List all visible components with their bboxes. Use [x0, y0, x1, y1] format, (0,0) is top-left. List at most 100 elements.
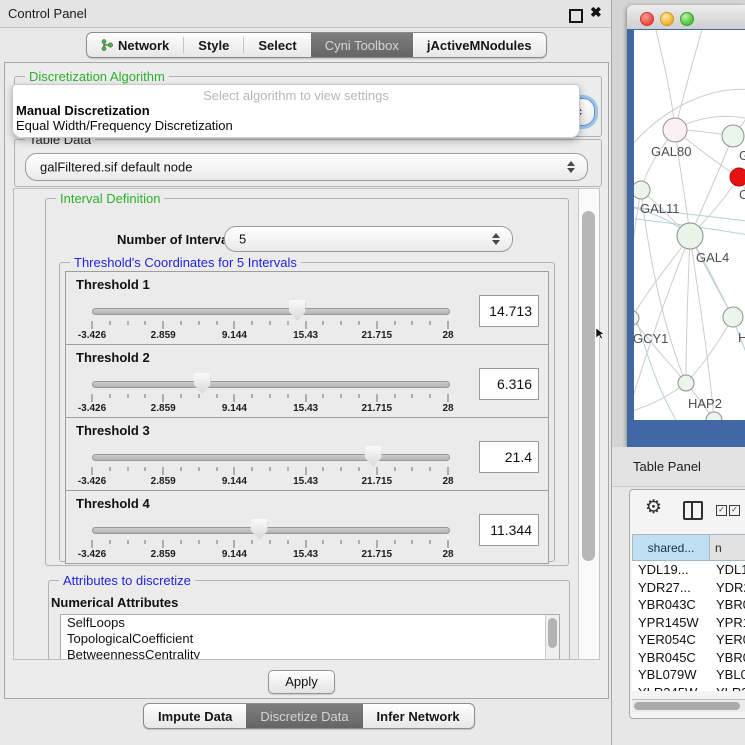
num-intervals-combobox[interactable]: 5: [224, 226, 513, 252]
table-cell[interactable]: YDR2: [712, 580, 745, 595]
table-row[interactable]: YPR145WYPR1: [632, 614, 745, 632]
node-label: H: [738, 330, 745, 345]
threshold-value-field[interactable]: 6.316: [479, 368, 539, 400]
node-label: GAL11: [640, 201, 680, 216]
attribute-item[interactable]: TopologicalCoefficient: [61, 631, 559, 647]
scrollbar-thumb[interactable]: [582, 211, 595, 561]
network-node[interactable]: [634, 311, 639, 325]
slider-track[interactable]: [92, 381, 450, 388]
threshold-slider[interactable]: -3.4262.8599.14415.4321.71528: [92, 372, 448, 414]
table-row[interactable]: YER054CYER0: [632, 631, 745, 649]
threshold-slider[interactable]: -3.4262.8599.14415.4321.71528: [92, 445, 448, 487]
tab-cyni-toolbox[interactable]: Cyni Toolbox: [311, 33, 413, 57]
table-row[interactable]: YBR043CYBR0: [632, 596, 745, 614]
network-node[interactable]: [677, 223, 703, 249]
node-label: C: [739, 187, 745, 202]
slider-thumb[interactable]: [289, 300, 306, 321]
apply-button[interactable]: Apply: [268, 670, 335, 694]
settings-vertical-scrollbar[interactable]: [578, 188, 600, 660]
tab-select[interactable]: Select: [244, 33, 310, 57]
attribute-item[interactable]: BetweennessCentrality: [61, 647, 559, 660]
num-intervals-label: Number of Intervals: [117, 232, 239, 247]
slider-track[interactable]: [92, 308, 450, 315]
table-cell[interactable]: YBL079W: [632, 667, 712, 682]
network-window-titlebar[interactable]: [627, 5, 745, 30]
threshold-slider[interactable]: -3.4262.8599.14415.4321.71528: [92, 299, 448, 341]
network-node[interactable]: [634, 181, 650, 199]
table-cell[interactable]: YBL0: [712, 667, 745, 682]
minimize-traffic-light[interactable]: [660, 12, 674, 26]
table-row[interactable]: YBL079WYBL0: [632, 666, 745, 684]
table-cell[interactable]: YDL19...: [632, 562, 712, 577]
network-node[interactable]: [723, 307, 743, 327]
close-traffic-light[interactable]: [640, 12, 654, 26]
table-cell[interactable]: YBR043C: [632, 597, 712, 612]
scrollbar-thumb[interactable]: [634, 702, 740, 710]
column-checkbox-icon[interactable]: ✓: [729, 505, 740, 516]
tab-network[interactable]: Network: [87, 33, 183, 57]
float-window-icon[interactable]: [569, 9, 583, 23]
column-header-shared-name[interactable]: shared...: [632, 534, 710, 561]
network-node[interactable]: [663, 118, 687, 142]
attributes-group: Attributes to discretize Numerical Attri…: [48, 580, 570, 660]
scrollbar-thumb[interactable]: [548, 618, 557, 648]
table-cell[interactable]: YPR1: [712, 615, 745, 630]
slider-thumb[interactable]: [365, 446, 382, 467]
node-label: GAL4: [696, 250, 729, 265]
network-canvas[interactable]: GAL80GACGAL11GAL4GCY1HHAP2: [634, 30, 745, 420]
threshold-panel: Threshold 2 -3.4262.8599.14415.4321.7152…: [65, 344, 549, 418]
slider-track[interactable]: [92, 527, 450, 534]
tab-style[interactable]: Style: [184, 33, 243, 57]
table-data-combobox[interactable]: galFiltered.sif default node: [25, 153, 588, 181]
network-graph[interactable]: GAL80GACGAL11GAL4GCY1HHAP2: [634, 30, 745, 420]
tab-impute-data[interactable]: Impute Data: [144, 704, 246, 728]
tab-discretize-data[interactable]: Discretize Data: [246, 704, 362, 728]
attribute-item[interactable]: SelfLoops: [61, 615, 559, 631]
network-node[interactable]: [706, 412, 722, 420]
table-cell[interactable]: YLR3: [712, 685, 745, 691]
dropdown-option-manual-discretization[interactable]: Manual Discretization: [16, 103, 150, 118]
table-cell[interactable]: YBR045C: [632, 650, 712, 665]
threshold-value-field[interactable]: 21.4: [479, 441, 539, 473]
slider-thumb[interactable]: [194, 373, 211, 394]
slider-thumb[interactable]: [251, 519, 268, 540]
table-panel-title: Table Panel: [633, 459, 701, 474]
table-cell[interactable]: YDL1: [712, 562, 745, 577]
threshold-value-field[interactable]: 11.344: [479, 514, 539, 546]
slider-track[interactable]: [92, 454, 450, 461]
table-cell[interactable]: YLR345W: [632, 685, 712, 691]
tab-infer-network[interactable]: Infer Network: [363, 704, 474, 728]
network-node[interactable]: [730, 168, 745, 186]
table-rows: YDL19...YDL1YDR27...YDR2YBR043CYBR0YPR14…: [632, 561, 745, 691]
column-header-name[interactable]: n: [710, 534, 745, 561]
table-row[interactable]: YDR27...YDR2: [632, 579, 745, 597]
dropdown-option-equal-width-frequency[interactable]: Equal Width/Frequency Discretization: [16, 118, 233, 133]
table-cell[interactable]: YBR0: [712, 597, 745, 612]
table-horizontal-scrollbar[interactable]: [632, 699, 745, 712]
table-row[interactable]: YLR345WYLR3: [632, 684, 745, 692]
threshold-panel: Threshold 3 -3.4262.8599.14415.4321.7152…: [65, 417, 549, 491]
tab-jactivemnodules[interactable]: jActiveMNodules: [413, 33, 546, 57]
interval-definition-group: Interval Definition Number of Intervals …: [45, 198, 569, 566]
table-cell[interactable]: YER0: [712, 632, 745, 647]
split-columns-icon[interactable]: [683, 501, 703, 520]
close-icon[interactable]: ✖: [590, 4, 602, 21]
table-cell[interactable]: YBR0: [712, 650, 745, 665]
control-panel: Control Panel ✖ Network Style Select Cyn…: [0, 0, 612, 745]
zoom-traffic-light[interactable]: [680, 12, 694, 26]
node-label: GA: [739, 148, 745, 163]
threshold-value-field[interactable]: 14.713: [479, 295, 539, 327]
network-node[interactable]: [722, 125, 744, 147]
table-row[interactable]: YBR045CYBR0: [632, 649, 745, 667]
column-checkbox-icon[interactable]: ✓: [716, 505, 727, 516]
gear-icon[interactable]: ⚙: [645, 498, 662, 517]
network-node[interactable]: [678, 375, 694, 391]
list-scrollbar[interactable]: [545, 615, 559, 660]
threshold-label: Threshold 4: [76, 496, 150, 511]
table-row[interactable]: YDL19...YDL1: [632, 561, 745, 579]
table-cell[interactable]: YER054C: [632, 632, 712, 647]
table-cell[interactable]: YPR145W: [632, 615, 712, 630]
numerical-attributes-list[interactable]: SelfLoopsTopologicalCoefficientBetweenne…: [60, 614, 560, 660]
threshold-slider[interactable]: -3.4262.8599.14415.4321.71528: [92, 518, 448, 560]
table-cell[interactable]: YDR27...: [632, 580, 712, 595]
